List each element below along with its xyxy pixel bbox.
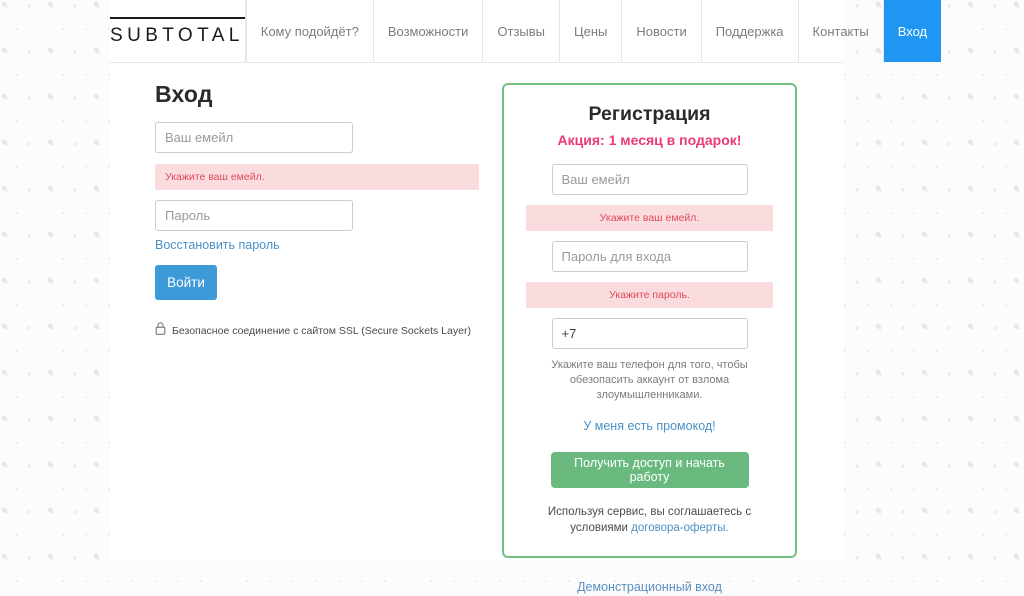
nav-item-pricing[interactable]: Цены	[560, 0, 623, 62]
login-password-input[interactable]	[155, 200, 353, 231]
login-column: Вход Укажите ваш емейл. Восстановить пар…	[110, 63, 502, 596]
nav-item-audience[interactable]: Кому подойдёт?	[245, 0, 374, 62]
nav-item-label: Кому подойдёт?	[260, 23, 359, 39]
recover-password-link[interactable]: Восстановить пароль	[155, 238, 502, 252]
main-content: Вход Укажите ваш емейл. Восстановить пар…	[110, 63, 843, 596]
nav-item-contacts[interactable]: Контакты	[799, 0, 884, 62]
brand-logo[interactable]: SUBTOTAL	[110, 0, 246, 62]
lock-icon	[155, 322, 166, 340]
login-title: Вход	[155, 81, 213, 107]
nav-item-label: Возможности	[387, 23, 469, 39]
top-navigation-bar: SUBTOTAL Кому подойдёт? Возможности Отзы…	[110, 0, 942, 63]
nav-item-label: Отзывы	[497, 23, 545, 39]
nav-item-reviews[interactable]: Отзывы	[483, 0, 560, 62]
registration-password-error: Укажите пароль.	[526, 282, 773, 308]
nav-item-login[interactable]: Вход	[883, 0, 942, 62]
nav-item-label: Цены	[574, 23, 608, 39]
nav-item-features[interactable]: Возможности	[374, 0, 484, 62]
nav-item-label: Новости	[636, 23, 687, 39]
terms-offer-link[interactable]: договора-оферты.	[631, 522, 729, 534]
registration-promo-banner: Акция: 1 месяц в подарок!	[557, 132, 742, 148]
promocode-link[interactable]: У меня есть промокод!	[526, 419, 773, 433]
demo-login-link[interactable]: Демонстрационный вход	[577, 580, 722, 594]
brand-logo-inner: SUBTOTAL	[110, 16, 245, 46]
nav-item-label: Вход	[897, 23, 928, 39]
login-email-input[interactable]	[155, 122, 353, 153]
nav-item-support[interactable]: Поддержка	[702, 0, 799, 62]
nav-item-news[interactable]: Новости	[622, 0, 702, 62]
registration-submit-button[interactable]: Получить доступ и начать работу	[550, 452, 749, 488]
registration-email-error: Укажите ваш емейл.	[526, 205, 773, 231]
registration-column: Регистрация Акция: 1 месяц в подарок! Ук…	[502, 63, 843, 596]
demo-login-row: Демонстрационный вход	[502, 578, 797, 596]
registration-phone-input[interactable]	[551, 318, 748, 349]
page-container: SUBTOTAL Кому подойдёт? Возможности Отзы…	[110, 0, 942, 594]
registration-terms: Используя сервис, вы соглашаетесь с усло…	[526, 504, 773, 536]
login-submit-button[interactable]: Войти	[155, 265, 217, 300]
ssl-text: Безопасное соединение с сайтом SSL (Secu…	[172, 325, 471, 337]
registration-email-input[interactable]	[551, 164, 748, 195]
nav-items: Кому подойдёт? Возможности Отзывы Цены Н…	[245, 0, 942, 62]
registration-password-input[interactable]	[551, 241, 748, 272]
nav-item-label: Контакты	[812, 23, 869, 39]
brand-name: SUBTOTAL	[110, 24, 244, 46]
nav-item-label: Поддержка	[715, 23, 784, 39]
registration-card: Регистрация Акция: 1 месяц в подарок! Ук…	[502, 83, 797, 558]
registration-title: Регистрация	[588, 103, 711, 125]
registration-phone-hint: Укажите ваш телефон для того, чтобы обез…	[551, 359, 748, 401]
ssl-notice: Безопасное соединение с сайтом SSL (Secu…	[155, 322, 502, 340]
login-email-error: Укажите ваш емейл.	[155, 164, 479, 190]
